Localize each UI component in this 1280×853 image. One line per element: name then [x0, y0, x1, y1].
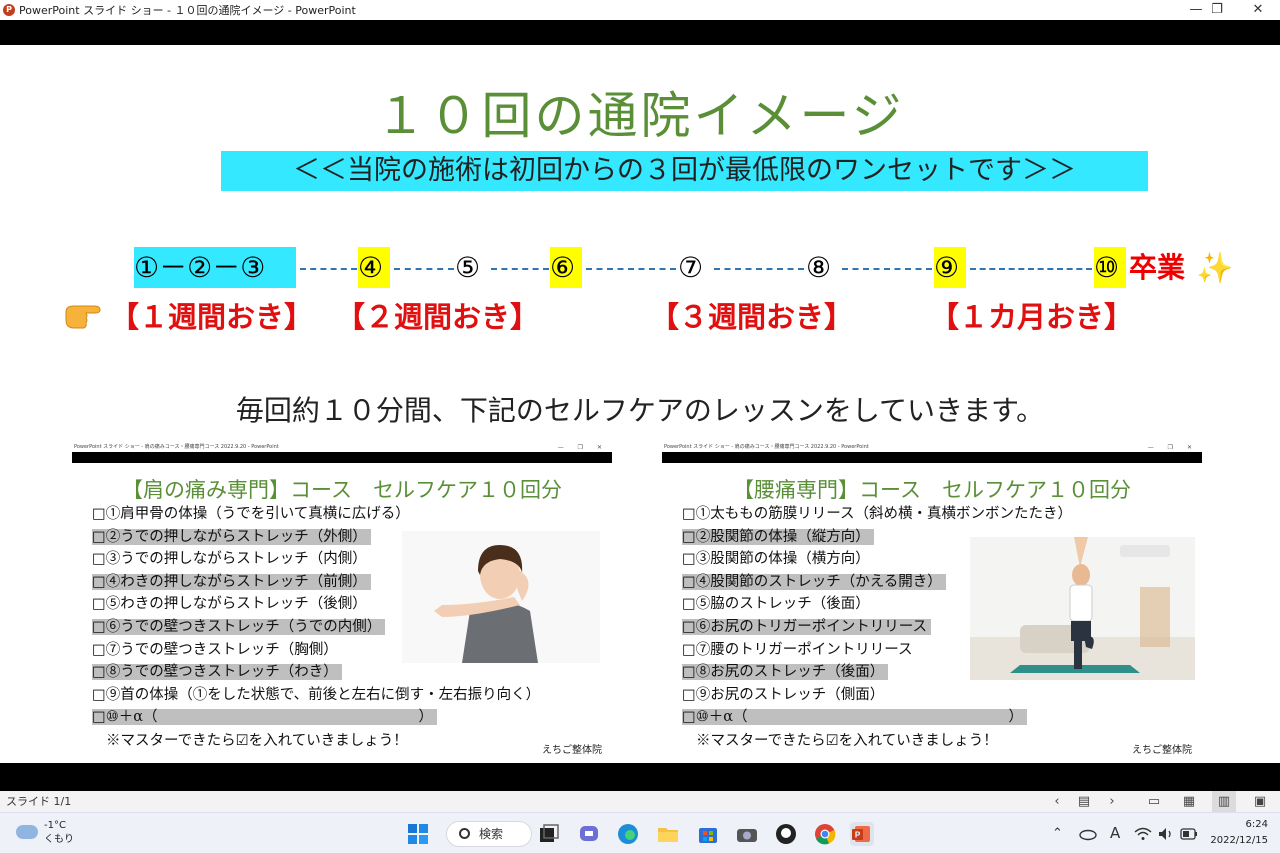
list-item: □⑧うでの壁つきストレッチ（わき）: [92, 661, 544, 684]
thumb-titlebar: PowerPoint スライド ショー - 肩の痛みコース・腰痛専門コース 20…: [74, 444, 279, 450]
weather-widget[interactable]: -1°C くもり: [16, 819, 74, 847]
reading-view-button[interactable]: ▥: [1212, 791, 1236, 812]
battery-icon[interactable]: [1180, 827, 1198, 841]
timeline-dash: [842, 268, 932, 270]
slide-counter: スライド 1/1: [6, 795, 72, 808]
timeline-dash: [394, 268, 454, 270]
shoulder-stretch-photo: [402, 531, 600, 663]
start-button[interactable]: [406, 822, 430, 846]
back-course-heading: 【腰痛専門】コース セルフケア１０回分: [733, 478, 1131, 502]
previous-slide-button[interactable]: ‹: [1045, 791, 1069, 812]
normal-view-button[interactable]: ▭: [1142, 791, 1166, 812]
lesson-description: 毎回約１０分間、下記のセルフケアのレッスンをしていきます。: [235, 394, 1045, 427]
timeline-visit-8: ⑧: [806, 251, 832, 284]
timeline-visit-9: ⑨: [934, 247, 966, 288]
timeline-dash: [300, 268, 357, 270]
screen: P PowerPoint スライド ショー - １０回の通院イメージ - Pow…: [0, 0, 1280, 853]
pointing-hand-icon: [65, 305, 101, 329]
teams-chat-icon[interactable]: [577, 822, 601, 846]
interval-monthly: 【１カ月おき】: [930, 300, 1134, 334]
list-item: □①太ももの筋膜リリース（斜め横・真横ボンボンたたき）: [682, 506, 1072, 522]
file-explorer-icon[interactable]: [656, 822, 680, 846]
mastery-note: ※マスターできたら☑を入れていきましょう！: [696, 733, 998, 749]
cloud-icon: [16, 825, 38, 839]
graduation-label: 卒業: [1129, 251, 1186, 284]
sparkle-icon: ✨: [1196, 251, 1234, 286]
svg-text:P: P: [855, 831, 861, 840]
slide-sorter-button[interactable]: ▦: [1177, 791, 1201, 812]
timeline-dash: [491, 268, 549, 270]
thumb-letterbox: [72, 452, 612, 463]
shoulder-course-slide: PowerPoint スライド ショー - 肩の痛みコース・腰痛専門コース 20…: [72, 443, 612, 759]
wifi-icon[interactable]: [1134, 826, 1152, 842]
weather-condition: くもり: [44, 834, 74, 845]
system-clock[interactable]: 6:24 2022/12/15: [1210, 817, 1268, 849]
interval-triweekly: 【３週間おき】: [650, 300, 854, 334]
temperature: -1°C: [44, 820, 66, 831]
task-view-icon[interactable]: [537, 822, 561, 846]
list-item: □⑩＋α（ ）: [92, 706, 544, 729]
taskbar-search[interactable]: 検索: [446, 821, 532, 847]
list-item: □⑨首の体操（①をした状態で、前後と左右に倒す・左右振り向く）: [92, 686, 541, 703]
close-button[interactable]: ✕: [1238, 0, 1278, 20]
list-item: □⑨お尻のストレッチ（側面）: [682, 686, 885, 703]
list-item: □①肩甲骨の体操（うでを引いて真横に広げる）: [92, 506, 410, 522]
timeline-dash: [970, 268, 1092, 270]
microsoft-store-icon[interactable]: [696, 822, 720, 846]
timeline-visit-6: ⑥: [550, 247, 582, 288]
github-icon[interactable]: [774, 822, 798, 846]
powerpoint-taskbar-icon[interactable]: P: [850, 822, 874, 846]
clock-time: 6:24: [1245, 819, 1268, 830]
clinic-name: えちご整体院: [1132, 745, 1192, 756]
next-slide-button[interactable]: ›: [1100, 791, 1124, 812]
chevron-up-icon[interactable]: ⌃: [1052, 813, 1063, 853]
restore-button[interactable]: ❐: [1197, 0, 1237, 20]
thumb-window-controls: — ❐ ✕: [1147, 444, 1198, 451]
onedrive-icon[interactable]: [1078, 825, 1098, 841]
clock-date: 2022/12/15: [1210, 835, 1268, 846]
interval-weekly: 【１週間おき】: [110, 300, 314, 334]
timeline-first-set: ①－②－③: [134, 247, 296, 288]
list-item: □⑩＋α（ ）: [682, 706, 1076, 729]
ime-indicator[interactable]: A: [1110, 813, 1120, 853]
back-course-slide: PowerPoint スライド ショー - 肩の痛みコース・腰痛専門コース 20…: [662, 443, 1202, 759]
thumb-window-controls: — ❐ ✕: [557, 444, 608, 451]
mastery-note: ※マスターできたら☑を入れていきましょう！: [106, 733, 408, 749]
slide-title: １０回の通院イメージ: [375, 87, 905, 145]
clinic-name: えちご整体院: [542, 745, 602, 756]
timeline-visit-4: ④: [358, 247, 390, 288]
timeline-dash: [586, 268, 676, 270]
slideshow-statusbar: スライド 1/1 ‹ ▤ › ▭ ▦ ▥ ▣: [0, 791, 1280, 812]
timeline-dash: [714, 268, 804, 270]
volume-icon[interactable]: [1157, 826, 1175, 842]
windows-taskbar: -1°C くもり 検索 P ⌃ A 6:24 2022/12/15: [0, 812, 1280, 853]
letterbox-top: [0, 20, 1280, 45]
window-titlebar[interactable]: P PowerPoint スライド ショー - １０回の通院イメージ - Pow…: [0, 0, 1280, 20]
slide-menu-button[interactable]: ▤: [1072, 791, 1096, 812]
search-icon: [459, 828, 470, 839]
shoulder-course-heading: 【肩の痛み専門】コース セルフケア１０回分: [122, 478, 562, 502]
thumb-letterbox: [662, 452, 1202, 463]
timeline-visit-10: ⑩: [1094, 247, 1126, 288]
interval-biweekly: 【２週間おき】: [336, 300, 540, 334]
chrome-icon[interactable]: [813, 822, 837, 846]
thumb-titlebar: PowerPoint スライド ショー - 肩の痛みコース・腰痛専門コース 20…: [664, 444, 869, 450]
edge-browser-icon[interactable]: [616, 822, 640, 846]
slideshow-view-button[interactable]: ▣: [1248, 791, 1272, 812]
tree-pose-photo: [970, 537, 1195, 680]
slide-subtitle: ＜＜当院の施術は初回からの３回が最低限のワンセットです＞＞: [221, 151, 1148, 191]
window-title: PowerPoint スライド ショー - １０回の通院イメージ - Power…: [19, 4, 356, 17]
powerpoint-icon: P: [3, 4, 15, 16]
letterbox-bottom: [0, 763, 1280, 791]
camera-icon[interactable]: [735, 822, 759, 846]
search-label: 検索: [479, 827, 504, 841]
timeline-visit-7: ⑦: [678, 251, 704, 284]
timeline-visit-5: ⑤: [455, 251, 481, 284]
